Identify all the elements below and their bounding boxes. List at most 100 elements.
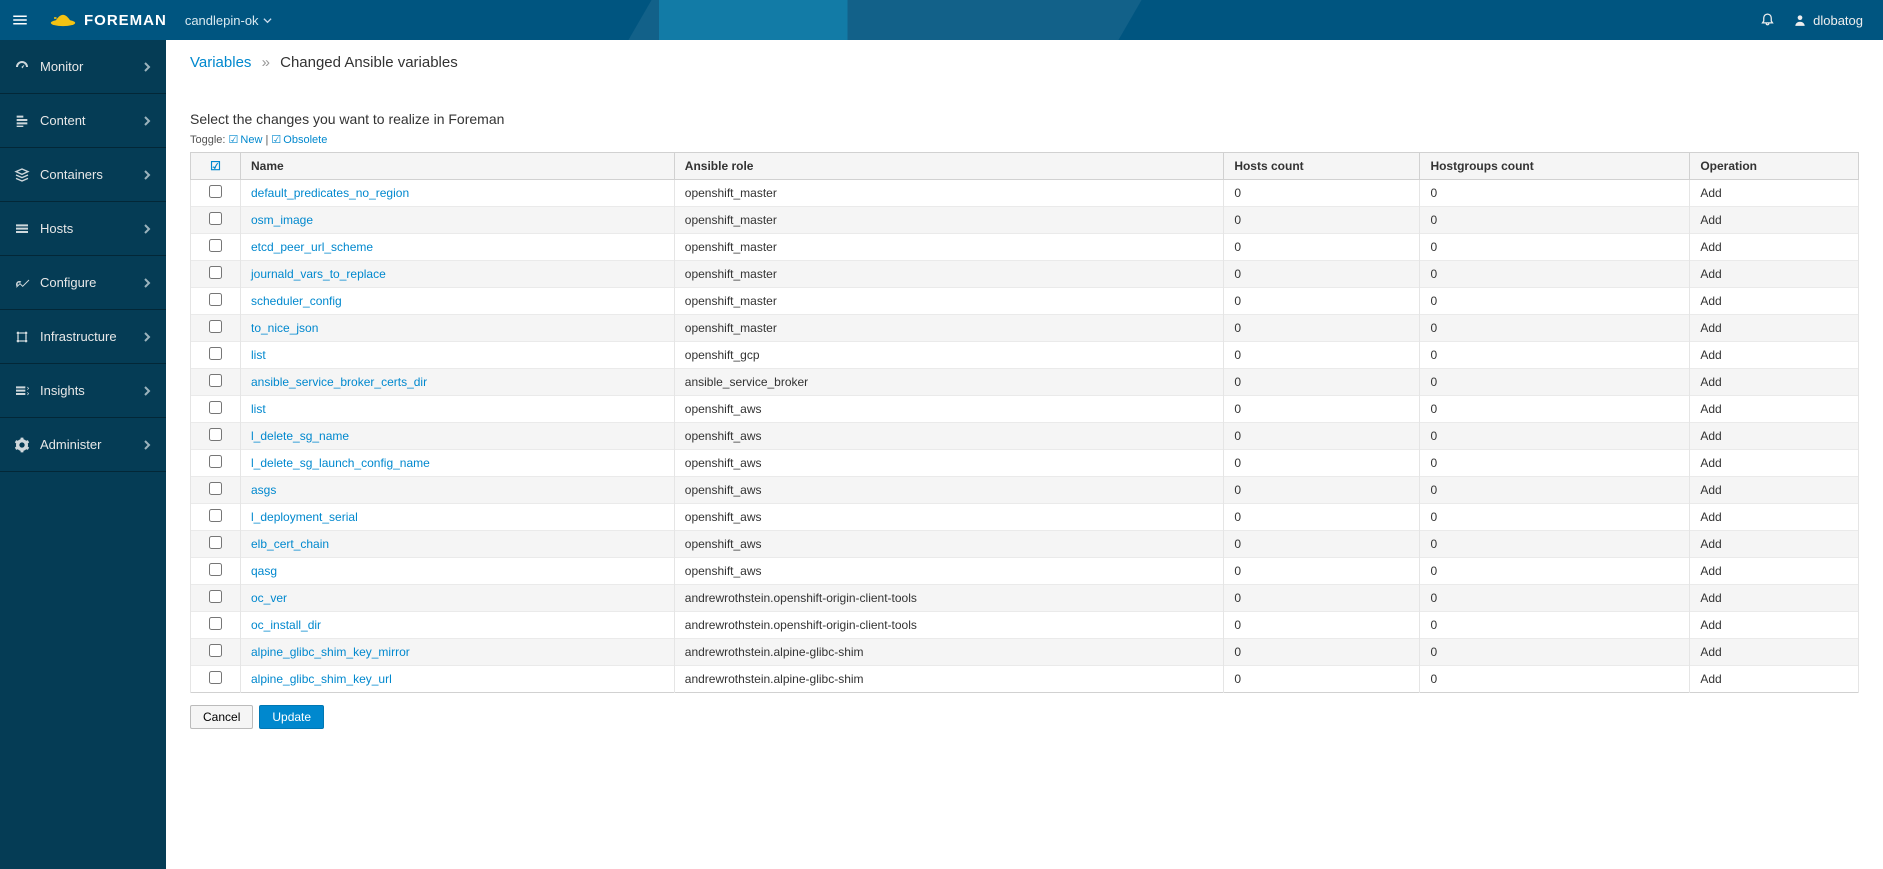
variable-name-link[interactable]: alpine_glibc_shim_key_mirror: [251, 645, 410, 659]
cell-role: openshift_master: [674, 315, 1224, 342]
row-checkbox[interactable]: [209, 536, 222, 549]
toggle-prefix: Toggle:: [190, 134, 225, 146]
row-checkbox[interactable]: [209, 266, 222, 279]
cell-hosts: 0: [1224, 423, 1420, 450]
update-button[interactable]: Update: [259, 705, 324, 729]
toggle-new-link[interactable]: ☑New: [229, 134, 263, 146]
sidebar-item-content[interactable]: Content: [0, 94, 166, 148]
cell-operation: Add: [1690, 450, 1859, 477]
row-checkbox[interactable]: [209, 671, 222, 684]
context-selector[interactable]: candlepin-ok: [185, 13, 272, 28]
variable-name-link[interactable]: elb_cert_chain: [251, 537, 329, 551]
cell-hostgroups: 0: [1420, 612, 1690, 639]
cell-hostgroups: 0: [1420, 180, 1690, 207]
user-menu[interactable]: dlobatog: [1793, 13, 1863, 28]
sidebar-item-hosts[interactable]: Hosts: [0, 202, 166, 256]
variable-name-link[interactable]: l_deployment_serial: [251, 510, 358, 524]
row-checkbox[interactable]: [209, 401, 222, 414]
table-row: oc_install_dirandrewrothstein.openshift-…: [191, 612, 1859, 639]
cell-operation: Add: [1690, 639, 1859, 666]
select-all-header[interactable]: ☑: [191, 153, 241, 180]
cell-hostgroups: 0: [1420, 342, 1690, 369]
cell-hostgroups: 0: [1420, 558, 1690, 585]
row-checkbox[interactable]: [209, 455, 222, 468]
table-row: ansible_service_broker_certs_diransible_…: [191, 369, 1859, 396]
row-checkbox[interactable]: [209, 563, 222, 576]
sidebar-item-label: Insights: [40, 383, 85, 398]
cell-hostgroups: 0: [1420, 207, 1690, 234]
breadcrumb-parent-link[interactable]: Variables: [190, 54, 251, 71]
main-content: Variables » Changed Ansible variables Se…: [166, 40, 1883, 869]
row-checkbox[interactable]: [209, 617, 222, 630]
variable-name-link[interactable]: scheduler_config: [251, 294, 342, 308]
variable-name-link[interactable]: default_predicates_no_region: [251, 186, 409, 200]
sidebar-item-administer[interactable]: Administer: [0, 418, 166, 472]
sidebar-item-infrastructure[interactable]: Infrastructure: [0, 310, 166, 364]
table-row: osm_imageopenshift_master00Add: [191, 207, 1859, 234]
variable-name-link[interactable]: oc_ver: [251, 591, 287, 605]
row-checkbox[interactable]: [209, 428, 222, 441]
menu-toggle-button[interactable]: [0, 11, 40, 29]
row-checkbox[interactable]: [209, 374, 222, 387]
sidebar-item-containers[interactable]: Containers: [0, 148, 166, 202]
cell-operation: Add: [1690, 261, 1859, 288]
variable-name-link[interactable]: list: [251, 348, 266, 362]
row-checkbox[interactable]: [209, 239, 222, 252]
notifications-button[interactable]: [1760, 11, 1775, 29]
cell-role: openshift_aws: [674, 423, 1224, 450]
cell-role: openshift_aws: [674, 450, 1224, 477]
sidebar-item-monitor[interactable]: Monitor: [0, 40, 166, 94]
chevron-down-icon: [263, 16, 272, 25]
cancel-button[interactable]: Cancel: [190, 705, 253, 729]
brand[interactable]: FOREMAN: [50, 8, 167, 32]
cell-operation: Add: [1690, 531, 1859, 558]
row-checkbox[interactable]: [209, 320, 222, 333]
cell-operation: Add: [1690, 504, 1859, 531]
cell-operation: Add: [1690, 423, 1859, 450]
variable-name-link[interactable]: asgs: [251, 483, 276, 497]
variable-name-link[interactable]: qasg: [251, 564, 277, 578]
variable-name-link[interactable]: oc_install_dir: [251, 618, 321, 632]
cell-hostgroups: 0: [1420, 504, 1690, 531]
variable-name-link[interactable]: l_delete_sg_name: [251, 429, 349, 443]
row-checkbox[interactable]: [209, 347, 222, 360]
cell-operation: Add: [1690, 315, 1859, 342]
variable-name-link[interactable]: etcd_peer_url_scheme: [251, 240, 373, 254]
cell-operation: Add: [1690, 396, 1859, 423]
row-checkbox[interactable]: [209, 212, 222, 225]
row-checkbox[interactable]: [209, 509, 222, 522]
sidebar-item-configure[interactable]: Configure: [0, 256, 166, 310]
toggle-line: Toggle: ☑New | ☑Obsolete: [190, 133, 1859, 146]
sidebar-item-insights[interactable]: Insights: [0, 364, 166, 418]
row-checkbox[interactable]: [209, 293, 222, 306]
variable-name-link[interactable]: osm_image: [251, 213, 313, 227]
cell-hosts: 0: [1224, 261, 1420, 288]
cell-hostgroups: 0: [1420, 531, 1690, 558]
variable-name-link[interactable]: to_nice_json: [251, 321, 318, 335]
col-name: Name: [241, 153, 675, 180]
col-hosts: Hosts count: [1224, 153, 1420, 180]
variable-name-link[interactable]: alpine_glibc_shim_key_url: [251, 672, 392, 686]
cell-hosts: 0: [1224, 450, 1420, 477]
sidebar-item-label: Content: [40, 113, 86, 128]
cell-role: openshift_master: [674, 180, 1224, 207]
cell-hostgroups: 0: [1420, 396, 1690, 423]
sidebar-item-label: Hosts: [40, 221, 73, 236]
cell-hosts: 0: [1224, 207, 1420, 234]
row-checkbox[interactable]: [209, 644, 222, 657]
cell-hostgroups: 0: [1420, 288, 1690, 315]
toggle-obsolete-link[interactable]: ☑Obsolete: [271, 134, 327, 146]
user-name: dlobatog: [1813, 13, 1863, 28]
sidebar-item-label: Administer: [40, 437, 101, 452]
cell-hostgroups: 0: [1420, 369, 1690, 396]
variable-name-link[interactable]: ansible_service_broker_certs_dir: [251, 375, 427, 389]
table-row: listopenshift_gcp00Add: [191, 342, 1859, 369]
variable-name-link[interactable]: l_delete_sg_launch_config_name: [251, 456, 430, 470]
variable-name-link[interactable]: journald_vars_to_replace: [251, 267, 386, 281]
cell-role: openshift_aws: [674, 558, 1224, 585]
row-checkbox[interactable]: [209, 482, 222, 495]
row-checkbox[interactable]: [209, 185, 222, 198]
variable-name-link[interactable]: list: [251, 402, 266, 416]
table-header-row: ☑ Name Ansible role Hosts count Hostgrou…: [191, 153, 1859, 180]
row-checkbox[interactable]: [209, 590, 222, 603]
